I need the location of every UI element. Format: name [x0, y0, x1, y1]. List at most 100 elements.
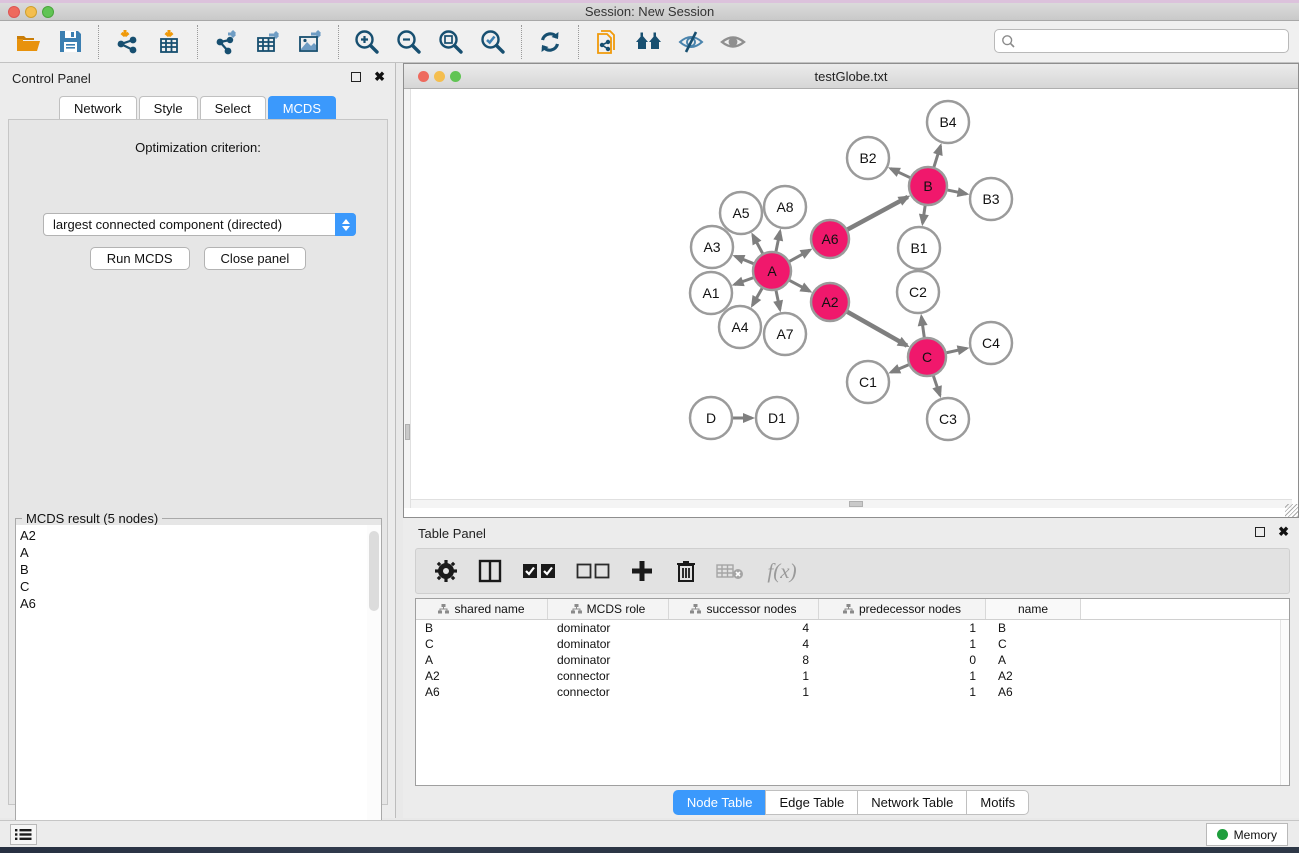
- refresh-layout-icon[interactable]: [534, 26, 566, 58]
- result-item[interactable]: A6: [16, 595, 367, 612]
- table-cell[interactable]: 1: [669, 668, 819, 684]
- graph-node-B2[interactable]: B2: [847, 137, 889, 179]
- run-mcds-button[interactable]: Run MCDS: [90, 247, 190, 270]
- table-row[interactable]: Cdominator41C: [416, 636, 1289, 652]
- graph-edge-A6-B[interactable]: [845, 197, 908, 231]
- close-table-panel-icon[interactable]: ✖: [1278, 525, 1289, 538]
- graph-node-A2[interactable]: A2: [811, 283, 849, 321]
- table-cell[interactable]: B: [416, 620, 548, 636]
- graph-node-A4[interactable]: A4: [719, 306, 761, 348]
- add-column-icon[interactable]: [628, 557, 656, 585]
- graph-node-A5[interactable]: A5: [720, 192, 762, 234]
- import-table-icon[interactable]: [153, 26, 185, 58]
- float-table-panel-icon[interactable]: [1255, 527, 1265, 537]
- select-all-icon[interactable]: [520, 557, 558, 585]
- table-cell[interactable]: A: [416, 652, 548, 668]
- graph-node-D[interactable]: D: [690, 397, 732, 439]
- graph-node-B4[interactable]: B4: [927, 101, 969, 143]
- tab-select[interactable]: Select: [200, 96, 266, 120]
- graph-edge-A-A4[interactable]: [752, 286, 763, 306]
- tab-mcds[interactable]: MCDS: [268, 96, 336, 120]
- graph-node-C4[interactable]: C4: [970, 322, 1012, 364]
- table-cell[interactable]: 8: [669, 652, 819, 668]
- table-cell[interactable]: dominator: [548, 636, 669, 652]
- graph-node-C1[interactable]: C1: [847, 361, 889, 403]
- search-input[interactable]: [1016, 31, 1288, 51]
- graph-edge-B-B2[interactable]: [891, 169, 913, 179]
- table-cell[interactable]: connector: [548, 668, 669, 684]
- export-table-icon[interactable]: [252, 26, 284, 58]
- graph-edge-A-A1[interactable]: [735, 277, 756, 285]
- table-cell[interactable]: dominator: [548, 620, 669, 636]
- column-header-successor-nodes[interactable]: successor nodes: [669, 599, 819, 619]
- show-all-icon[interactable]: [717, 26, 749, 58]
- table-row[interactable]: A2connector11A2: [416, 668, 1289, 684]
- table-cell[interactable]: 1: [819, 620, 986, 636]
- table-row[interactable]: Bdominator41B: [416, 620, 1289, 636]
- task-history-icon[interactable]: [10, 824, 37, 845]
- tab-node-table[interactable]: Node Table: [673, 790, 766, 815]
- graph-node-C[interactable]: C: [908, 338, 946, 376]
- result-item[interactable]: A: [16, 544, 367, 561]
- graph-node-B[interactable]: B: [909, 167, 947, 205]
- graph-node-B1[interactable]: B1: [898, 227, 940, 269]
- graph-edge-A-A7[interactable]: [775, 288, 780, 310]
- graph-edge-C-C4[interactable]: [944, 348, 967, 353]
- delete-column-icon[interactable]: [672, 557, 700, 585]
- table-cell[interactable]: 1: [819, 668, 986, 684]
- table-row[interactable]: Adominator80A: [416, 652, 1289, 668]
- open-file-icon[interactable]: [12, 26, 44, 58]
- network-from-file-icon[interactable]: [591, 26, 623, 58]
- table-cell[interactable]: A6: [986, 684, 1081, 700]
- graph-edge-A-A3[interactable]: [735, 256, 756, 264]
- result-item[interactable]: C: [16, 578, 367, 595]
- graph-node-C3[interactable]: C3: [927, 398, 969, 440]
- table-cell[interactable]: 1: [819, 684, 986, 700]
- table-row[interactable]: A6connector11A6: [416, 684, 1289, 700]
- tab-edge-table[interactable]: Edge Table: [765, 790, 857, 815]
- zoom-out-icon[interactable]: [393, 26, 425, 58]
- graph-edge-A2-C[interactable]: [845, 310, 907, 345]
- zoom-in-icon[interactable]: [351, 26, 383, 58]
- graph-edge-B-B3[interactable]: [945, 189, 967, 194]
- graph-edge-C-C3[interactable]: [932, 373, 940, 395]
- network-graph[interactable]: B4B2BB3A5A8A6A3B1AA1C2A2A4A7C4CC1C3DD1: [411, 89, 1292, 499]
- network-horizontal-scrollbar[interactable]: [411, 499, 1292, 508]
- column-header-predecessor-nodes[interactable]: predecessor nodes: [819, 599, 986, 619]
- zoom-selected-icon[interactable]: [477, 26, 509, 58]
- graph-edge-A-A8[interactable]: [775, 231, 780, 254]
- table-settings-icon[interactable]: [432, 557, 460, 585]
- table-cell[interactable]: C: [986, 636, 1081, 652]
- table-cell[interactable]: 4: [669, 636, 819, 652]
- result-item[interactable]: A2: [16, 527, 367, 544]
- mcds-result-list[interactable]: A2ABCA6: [16, 525, 368, 853]
- zoom-fit-icon[interactable]: [435, 26, 467, 58]
- close-panel-button[interactable]: Close panel: [204, 247, 307, 270]
- column-header-MCDS-role[interactable]: MCDS role: [548, 599, 669, 619]
- table-cell[interactable]: dominator: [548, 652, 669, 668]
- first-neighbors-icon[interactable]: [633, 26, 665, 58]
- table-cell[interactable]: 1: [819, 636, 986, 652]
- result-list-scrollbar[interactable]: [367, 525, 381, 853]
- tab-network-table[interactable]: Network Table: [857, 790, 966, 815]
- table-cell[interactable]: 4: [669, 620, 819, 636]
- graph-node-B3[interactable]: B3: [970, 178, 1012, 220]
- memory-button[interactable]: Memory: [1206, 823, 1288, 846]
- graph-node-D1[interactable]: D1: [756, 397, 798, 439]
- table-cell[interactable]: 0: [819, 652, 986, 668]
- import-network-icon[interactable]: [111, 26, 143, 58]
- table-cell[interactable]: A: [986, 652, 1081, 668]
- column-header-shared-name[interactable]: shared name: [416, 599, 548, 619]
- save-session-icon[interactable]: [54, 26, 86, 58]
- table-cell[interactable]: 1: [669, 684, 819, 700]
- table-body[interactable]: Bdominator41BCdominator41CAdominator80AA…: [416, 620, 1289, 700]
- graph-node-A[interactable]: A: [753, 252, 791, 290]
- graph-node-A1[interactable]: A1: [690, 272, 732, 314]
- column-selector-icon[interactable]: [476, 557, 504, 585]
- hide-selected-icon[interactable]: [675, 26, 707, 58]
- graph-edge-A-A2[interactable]: [787, 279, 810, 291]
- graph-edge-A-A5[interactable]: [753, 235, 764, 256]
- table-cell[interactable]: A2: [416, 668, 548, 684]
- graph-node-A6[interactable]: A6: [811, 220, 849, 258]
- table-cell[interactable]: A6: [416, 684, 548, 700]
